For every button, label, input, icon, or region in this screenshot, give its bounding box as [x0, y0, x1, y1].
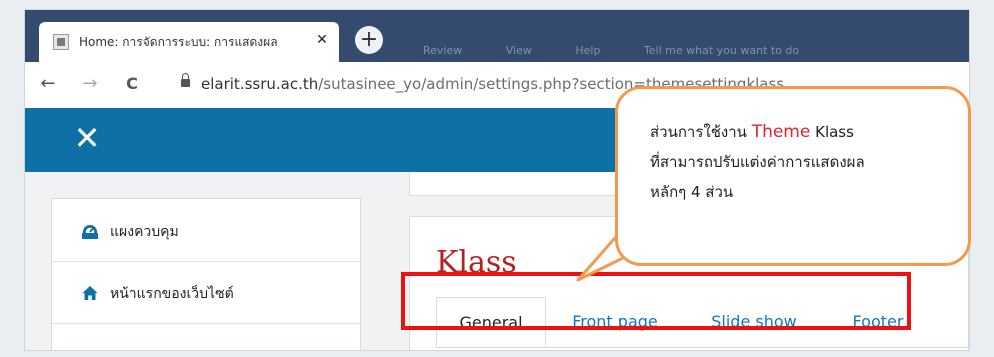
- callout-line-2: ที่สามารถปรับแต่งค่าการแสดงผล: [650, 153, 865, 171]
- annotation-callout: ส่วนการใช้งาน Theme Klass ที่สามารถปรับแ…: [615, 86, 971, 266]
- callout-line1-b: Klass: [815, 123, 854, 141]
- callout-line1-a: ส่วนการใช้งาน: [650, 123, 747, 141]
- callout-text: ส่วนการใช้งาน Theme Klass ที่สามารถปรับแ…: [650, 117, 950, 207]
- callout-line-3: หลักๆ 4 ส่วน: [650, 183, 734, 201]
- callout-theme-word: Theme: [751, 122, 811, 142]
- callout-line-1: ส่วนการใช้งาน Theme Klass: [650, 117, 950, 147]
